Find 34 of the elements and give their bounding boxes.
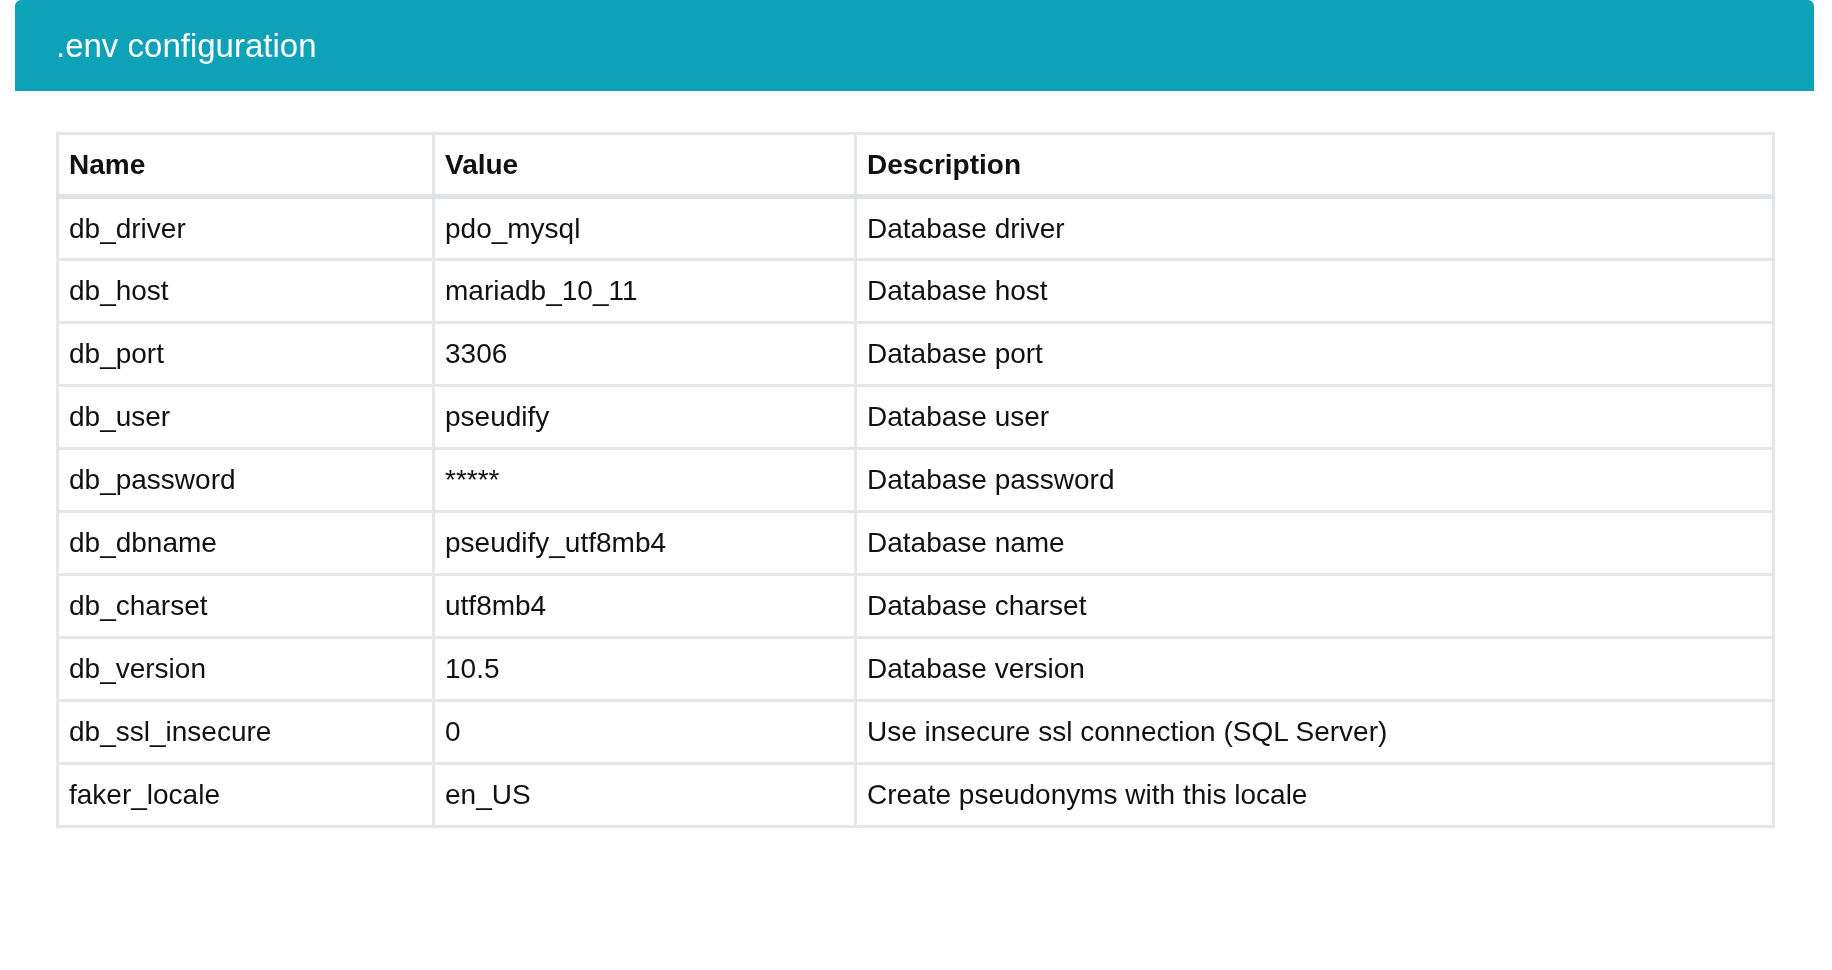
header-title: .env configuration	[56, 26, 317, 65]
table-cell: Database charset	[855, 574, 1774, 638]
table-cell: mariadb_10_11	[433, 259, 856, 323]
column-header: Name	[57, 133, 434, 197]
table-cell: db_version	[57, 637, 434, 701]
table-cell: db_driver	[57, 196, 434, 260]
table-cell: Database user	[855, 385, 1774, 449]
table-cell: db_user	[57, 385, 434, 449]
table-cell: pdo_mysql	[433, 196, 856, 260]
table-cell: db_host	[57, 259, 434, 323]
table-cell: 0	[433, 700, 856, 764]
table-cell: 10.5	[433, 637, 856, 701]
table-cell: Database driver	[855, 196, 1774, 260]
table-cell: db_dbname	[57, 511, 434, 575]
table-cell: Use insecure ssl connection (SQL Server)	[855, 700, 1774, 764]
table-cell: pseudify_utf8mb4	[433, 511, 856, 575]
table-cell: 3306	[433, 322, 856, 386]
table-cell: db_port	[57, 322, 434, 386]
table-cell: utf8mb4	[433, 574, 856, 638]
table-cell: *****	[433, 448, 856, 512]
table-cell: pseudify	[433, 385, 856, 449]
table-cell: faker_locale	[57, 763, 434, 827]
table-cell: Database password	[855, 448, 1774, 512]
table-cell: Database name	[855, 511, 1774, 575]
table-cell: Database version	[855, 637, 1774, 701]
column-header: Value	[433, 133, 856, 197]
table-cell: db_password	[57, 448, 434, 512]
table-cell: db_charset	[57, 574, 434, 638]
table-cell: en_US	[433, 763, 856, 827]
table-cell: Database port	[855, 322, 1774, 386]
column-header: Description	[855, 133, 1774, 197]
table-cell: Database host	[855, 259, 1774, 323]
table-cell: Create pseudonyms with this locale	[855, 763, 1774, 827]
table-cell: db_ssl_insecure	[57, 700, 434, 764]
